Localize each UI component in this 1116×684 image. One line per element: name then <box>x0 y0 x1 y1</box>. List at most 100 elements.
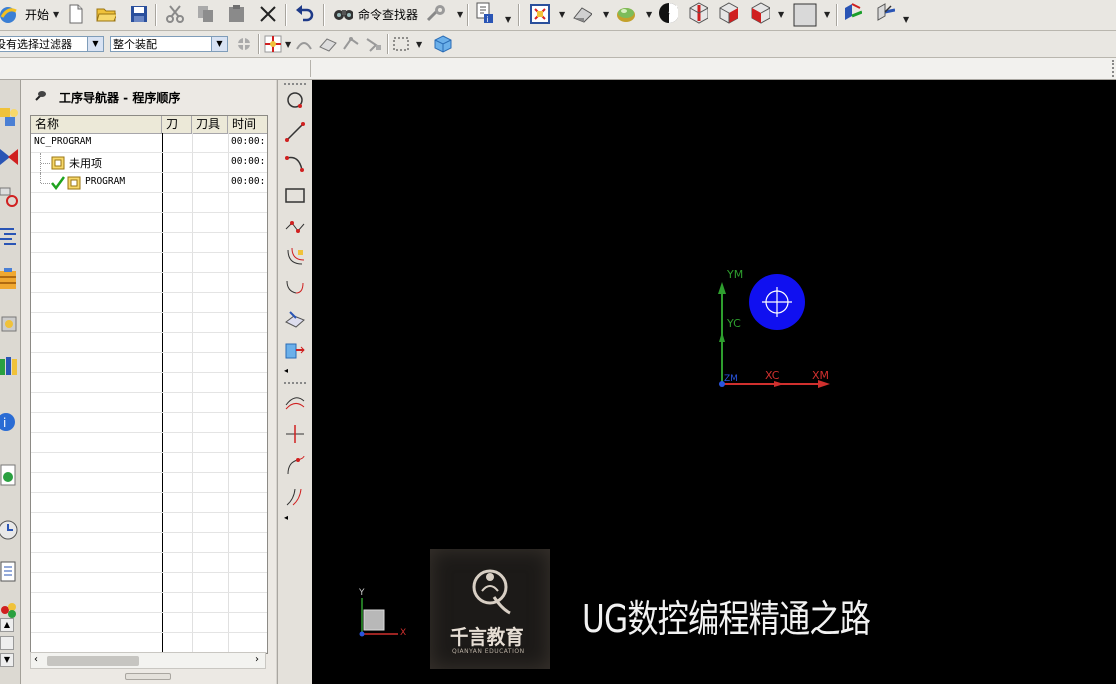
csys-rotate-icon[interactable] <box>875 3 895 23</box>
fit-view-icon[interactable] <box>530 4 550 24</box>
info-icon[interactable]: i <box>474 2 494 24</box>
start-dropdown-arrow[interactable]: ▼ <box>53 10 59 19</box>
cut-icon[interactable] <box>165 4 185 24</box>
triad-label-x: X <box>400 628 407 638</box>
shaded-sphere-icon[interactable] <box>616 4 636 24</box>
view-cube-dropdown-arrow[interactable]: ▼ <box>778 10 784 19</box>
view-cube-iso-icon[interactable] <box>718 2 738 24</box>
column-header-time[interactable]: 时间 <box>228 116 267 133</box>
empty-table-row <box>31 453 267 473</box>
render-style-icon[interactable] <box>572 4 592 24</box>
shade-dropdown-arrow[interactable]: ▼ <box>646 10 652 19</box>
paste-icon[interactable] <box>227 4 247 24</box>
fillet-curve-icon[interactable] <box>284 277 306 299</box>
hd3d-tools-tab-icon[interactable]: i <box>0 408 19 436</box>
background-color-icon[interactable] <box>793 3 817 27</box>
scroll-thumb[interactable] <box>47 656 139 666</box>
divide-curve-icon[interactable] <box>284 423 306 445</box>
extract-curve-icon[interactable] <box>284 339 306 361</box>
select-solid-icon[interactable] <box>433 34 453 54</box>
selection-dropdown-arrow[interactable]: ▼ <box>457 10 463 19</box>
assembly-scope-dropdown-icon[interactable]: ▼ <box>211 37 227 51</box>
graphics-viewport[interactable]: YM YC XC XM ZM Y X 千言教育 QIANYAN EDUCATIO… <box>312 80 1116 684</box>
face-rule-icon[interactable] <box>318 34 338 54</box>
panel-resize-grip[interactable] <box>125 673 171 680</box>
snap-point-icon[interactable] <box>263 34 283 54</box>
navigator-horizontal-scrollbar[interactable]: ‹ › <box>30 652 266 669</box>
assembly-navigator-tab-icon[interactable] <box>0 103 19 131</box>
axis-label-xc: XC <box>765 369 780 382</box>
empty-table-row <box>31 433 267 453</box>
resource-bar-scroll-up-icon[interactable]: ▲ <box>0 618 14 632</box>
reuse-library-tab-icon[interactable] <box>0 352 19 380</box>
new-file-icon[interactable] <box>66 4 86 24</box>
curve-length-icon[interactable] <box>284 485 306 507</box>
empty-table-row <box>31 333 267 353</box>
line-icon[interactable] <box>284 121 306 143</box>
render-dropdown-arrow[interactable]: ▼ <box>603 10 609 19</box>
axis-label-xm: XM <box>812 369 830 382</box>
resource-bar-scroll-down-icon[interactable]: ▼ <box>0 653 14 667</box>
binoculars-icon[interactable] <box>333 4 353 24</box>
scroll-right-icon[interactable]: › <box>255 654 259 665</box>
table-row[interactable]: PROGRAM 00:00: <box>31 173 267 193</box>
resource-bar-scroll-thumb[interactable] <box>0 636 14 650</box>
row-time: 00:00: <box>231 176 266 187</box>
project-curve-icon[interactable] <box>284 308 306 330</box>
system-materials-tab-icon[interactable] <box>0 558 19 586</box>
constraint-navigator-tab-icon[interactable] <box>0 143 19 171</box>
copy-icon[interactable] <box>196 4 216 24</box>
info-dropdown-arrow[interactable]: ▼ <box>505 15 511 24</box>
save-icon[interactable] <box>129 4 149 24</box>
selection-gear-icon[interactable] <box>426 4 446 24</box>
component-select-icon[interactable] <box>364 34 384 54</box>
rectangle-select-dropdown-arrow[interactable]: ▼ <box>416 40 422 49</box>
command-finder-button[interactable]: 命令查找器 <box>358 6 418 23</box>
background-dropdown-arrow[interactable]: ▼ <box>824 10 830 19</box>
view-dropdown-arrow[interactable]: ▼ <box>559 10 565 19</box>
empty-table-row <box>31 393 267 413</box>
csys-move-icon[interactable] <box>842 3 862 23</box>
table-row[interactable]: 未用项 00:00: <box>31 153 267 173</box>
studio-spline-icon[interactable] <box>284 215 306 237</box>
rectangle-select-icon[interactable] <box>392 34 412 54</box>
offset-curve-icon[interactable] <box>284 246 306 268</box>
view-cube-front-icon[interactable] <box>750 2 770 24</box>
navigator-pin-icon[interactable] <box>33 89 47 106</box>
scroll-left-icon[interactable]: ‹ <box>34 654 38 665</box>
selection-filter-combo[interactable]: 没有选择过滤器 ▼ <box>0 36 104 52</box>
trim-curve-icon[interactable] <box>284 391 306 413</box>
toolbar-overflow-arrow[interactable]: ◂ <box>284 366 288 375</box>
history-tab-icon[interactable] <box>0 516 19 544</box>
wcs-orient-icon[interactable] <box>658 3 678 23</box>
body-select-icon[interactable] <box>341 34 361 54</box>
snap-dropdown-arrow[interactable]: ▼ <box>285 40 291 49</box>
undo-icon[interactable] <box>295 4 315 24</box>
assembly-scope-combo[interactable]: 整个装配 ▼ <box>110 36 228 52</box>
table-row[interactable]: NC_PROGRAM 00:00: <box>31 133 267 153</box>
arc-icon[interactable] <box>284 152 306 174</box>
extend-curve-icon[interactable] <box>284 454 306 476</box>
curve-rule-icon[interactable] <box>294 34 314 54</box>
toolbar-overflow-arrow[interactable]: ◂ <box>284 513 288 522</box>
column-header-tool[interactable]: 刀具 <box>192 116 228 133</box>
csys-dropdown-arrow[interactable]: ▼ <box>903 15 909 24</box>
delete-icon[interactable] <box>258 4 278 24</box>
operation-navigator-tab-icon[interactable] <box>0 223 19 251</box>
part-navigator-tab-icon[interactable] <box>0 183 19 211</box>
column-header-name[interactable]: 名称 <box>31 116 162 133</box>
filter-reset-icon[interactable] <box>234 34 254 54</box>
rectangle-icon[interactable] <box>284 184 306 206</box>
column-header-tool-change[interactable]: 刀 <box>162 116 192 133</box>
web-browser-tab-icon[interactable] <box>0 462 19 490</box>
open-folder-icon[interactable] <box>96 4 116 24</box>
machining-feature-navigator-tab-icon[interactable] <box>0 310 19 338</box>
slogan-text: UG数控编程精通之路 <box>582 597 871 641</box>
machine-tool-navigator-tab-icon[interactable] <box>0 266 19 294</box>
view-cube-red-icon[interactable] <box>688 2 708 24</box>
start-button[interactable]: 开始 <box>25 6 49 23</box>
axis-label-ym: YM <box>727 268 744 281</box>
start-menu-icon[interactable] <box>0 5 22 25</box>
point-icon[interactable] <box>284 89 306 111</box>
selection-filter-dropdown-icon[interactable]: ▼ <box>87 37 103 51</box>
